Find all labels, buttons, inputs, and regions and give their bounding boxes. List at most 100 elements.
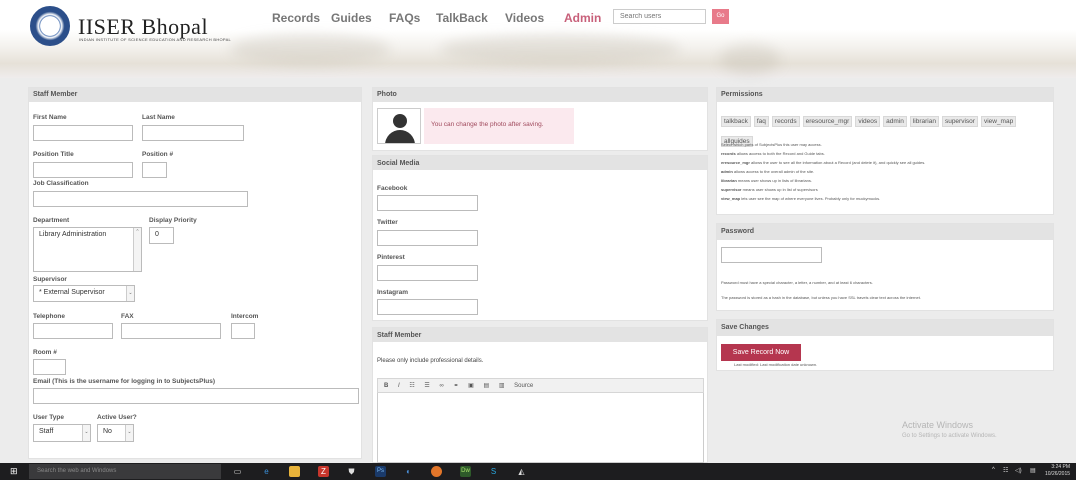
go-button[interactable]: Go bbox=[712, 9, 729, 24]
chevron-down-icon: ⌄ bbox=[126, 286, 134, 301]
permission-desc-view-map: view_map lets user see the map of where … bbox=[721, 196, 881, 201]
network-icon[interactable]: ☷ bbox=[1003, 467, 1008, 474]
twitter-label: Twitter bbox=[377, 219, 398, 226]
job-classification-input[interactable] bbox=[33, 191, 248, 207]
user-type-value: Staff bbox=[39, 428, 54, 435]
task-view-icon[interactable]: ▭ bbox=[232, 466, 243, 477]
link-icon[interactable]: ∞ bbox=[439, 383, 443, 389]
permission-tag-admin[interactable]: admin bbox=[883, 116, 907, 127]
position-title-input[interactable] bbox=[33, 162, 133, 178]
italic-button[interactable]: I bbox=[398, 383, 400, 389]
volume-icon[interactable]: ◁) bbox=[1015, 467, 1022, 474]
photo-panel: Photo You can change the photo after sav… bbox=[372, 87, 708, 151]
nav-admin[interactable]: Admin bbox=[564, 11, 601, 25]
nav-guides[interactable]: Guides bbox=[331, 11, 372, 25]
permission-tag-records[interactable]: records bbox=[771, 116, 800, 127]
first-name-input[interactable] bbox=[33, 125, 133, 141]
photoshop-icon[interactable]: Ps bbox=[375, 466, 386, 477]
permission-tag-librarian[interactable]: librarian bbox=[909, 116, 939, 127]
activate-windows-title: Activate Windows bbox=[902, 420, 974, 430]
twitter-input[interactable] bbox=[377, 230, 478, 246]
staff-bio-panel: Staff Member Please only include profess… bbox=[372, 327, 708, 463]
taskbar-clock[interactable]: 3:24 PM 10/26/2015 bbox=[1045, 464, 1070, 478]
permission-tag-view-map[interactable]: view_map bbox=[980, 116, 1017, 127]
photos-icon[interactable]: ◭ bbox=[516, 466, 527, 477]
active-user-select[interactable]: No ⌄ bbox=[97, 424, 134, 442]
file-explorer-icon[interactable] bbox=[289, 466, 300, 477]
department-label: Department bbox=[33, 217, 70, 224]
pinterest-input[interactable] bbox=[377, 265, 478, 281]
position-number-label: Position # bbox=[142, 151, 174, 158]
filezilla-icon[interactable]: Z bbox=[318, 466, 329, 477]
tray-chevron-icon[interactable]: ^ bbox=[992, 467, 995, 473]
display-priority-value: 0 bbox=[155, 231, 159, 238]
paste-icon[interactable]: ▤ bbox=[483, 383, 489, 389]
taskbar-search-box[interactable]: Search the web and Windows bbox=[29, 464, 221, 479]
fax-label: FAX bbox=[121, 313, 134, 320]
supervisor-label: Supervisor bbox=[33, 276, 67, 283]
permission-tag-talkback[interactable]: talkback bbox=[721, 116, 751, 127]
instagram-input[interactable] bbox=[377, 299, 478, 315]
chrome-icon[interactable] bbox=[431, 466, 442, 477]
nav-faqs[interactable]: FAQs bbox=[389, 11, 420, 25]
windows-start-icon[interactable]: ⊞ bbox=[10, 467, 19, 476]
bullet-list-icon[interactable]: ☰ bbox=[424, 383, 429, 389]
email-input[interactable] bbox=[33, 388, 359, 404]
facebook-input[interactable] bbox=[377, 195, 478, 211]
social-media-panel: Social Media Facebook Twitter Pinterest … bbox=[372, 155, 708, 321]
activate-windows-subtitle: Go to Settings to activate Windows. bbox=[902, 433, 997, 439]
permissions-intro: Select which parts of SubjectsPlus this … bbox=[721, 142, 822, 147]
department-value: Library Administration bbox=[39, 231, 107, 238]
permission-tag-faq[interactable]: faq bbox=[753, 116, 769, 127]
nav-records[interactable]: Records bbox=[272, 11, 320, 25]
department-select[interactable]: Library Administration ⌃ bbox=[33, 227, 142, 272]
last-name-input[interactable] bbox=[142, 125, 244, 141]
telephone-input[interactable] bbox=[33, 323, 113, 339]
edge-browser-icon[interactable]: e bbox=[261, 466, 272, 477]
chevron-down-icon: ⌄ bbox=[82, 425, 90, 441]
store-icon[interactable]: ⛊ bbox=[346, 466, 357, 477]
pinterest-label: Pinterest bbox=[377, 254, 405, 261]
dreamweaver-icon[interactable]: Dw bbox=[460, 466, 471, 477]
supervisor-select[interactable]: * External Supervisor ⌄ bbox=[33, 285, 135, 302]
nav-talkback[interactable]: TalkBack bbox=[436, 11, 488, 25]
photo-note: You can change the photo after saving. bbox=[424, 108, 574, 144]
windows-taskbar: ⊞ Search the web and Windows ▭ e Z ⛊ Ps … bbox=[0, 463, 1076, 480]
permission-tag-supervisor[interactable]: supervisor bbox=[941, 116, 978, 127]
user-type-select[interactable]: Staff ⌄ bbox=[33, 424, 91, 442]
last-modified-text: Last modified: Last modification date un… bbox=[734, 362, 818, 367]
permission-tag-videos[interactable]: videos bbox=[855, 116, 881, 127]
supervisor-value: * External Supervisor bbox=[39, 289, 105, 296]
password-input[interactable] bbox=[721, 247, 822, 263]
fax-input[interactable] bbox=[121, 323, 221, 339]
skype-icon[interactable]: S bbox=[488, 466, 499, 477]
image-icon[interactable]: ▣ bbox=[468, 383, 474, 389]
permission-tag-eresource-mgr[interactable]: eresource_mgr bbox=[802, 116, 853, 127]
intercom-input[interactable] bbox=[231, 323, 255, 339]
bio-editor[interactable] bbox=[377, 393, 704, 463]
room-input[interactable] bbox=[33, 359, 66, 375]
source-button[interactable]: Source bbox=[514, 383, 533, 389]
position-number-input[interactable] bbox=[142, 162, 167, 178]
save-record-button[interactable]: Save Record Now bbox=[721, 344, 801, 361]
permission-desc-records: records allows access to both the Record… bbox=[721, 151, 825, 156]
position-title-label: Position Title bbox=[33, 151, 74, 158]
paste-text-icon[interactable]: ▥ bbox=[499, 383, 505, 389]
numbered-list-icon[interactable]: ☷ bbox=[409, 383, 414, 389]
permissions-panel: Permissions talkback faq records eresource_… bbox=[716, 87, 1054, 215]
search-users-input[interactable] bbox=[613, 9, 706, 24]
permission-desc-eresource-mgr: eresource_mgr allows the user to see all… bbox=[721, 160, 926, 165]
unlink-icon[interactable]: ⚭ bbox=[453, 383, 458, 389]
bold-button[interactable]: B bbox=[384, 383, 388, 389]
email-label: Email (This is the username for logging … bbox=[33, 378, 216, 385]
app-icon[interactable]: ◐ bbox=[403, 466, 414, 477]
password-heading: Password bbox=[717, 224, 1053, 240]
social-media-heading: Social Media bbox=[373, 156, 707, 170]
iiser-logo-icon[interactable] bbox=[30, 6, 70, 46]
notifications-icon[interactable]: ▤ bbox=[1030, 467, 1036, 474]
display-priority-input[interactable]: 0 bbox=[149, 227, 174, 244]
nav-videos[interactable]: Videos bbox=[505, 11, 544, 25]
listbox-scroll-icon[interactable]: ⌃ bbox=[133, 228, 141, 271]
permissions-heading: Permissions bbox=[717, 88, 1053, 102]
active-user-label: Active User? bbox=[97, 414, 137, 421]
